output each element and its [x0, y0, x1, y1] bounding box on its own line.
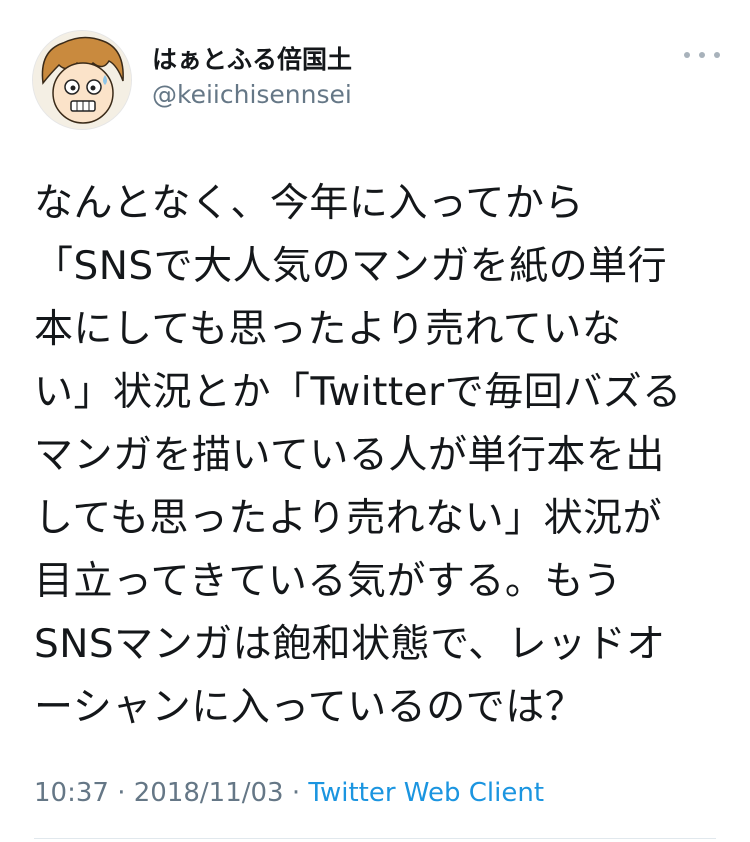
more-options-icon[interactable] — [684, 42, 720, 68]
dot — [699, 52, 705, 58]
tweet-time[interactable]: 10:37 — [34, 778, 109, 808]
tweet-line: い」状況とか「Twitterで毎回バズる — [34, 370, 682, 415]
tweet-line: SNSマンガは飽和状態で、レッドオ — [34, 622, 666, 667]
tweet-line: 目立ってきている気がする。もう — [34, 559, 623, 604]
tweet-meta: 10:37 · 2018/11/03 · Twitter Web Client — [34, 778, 544, 808]
avatar[interactable] — [32, 30, 132, 130]
separator: · — [108, 778, 134, 808]
tweet-line: しても思ったより売れない」状況が — [34, 496, 663, 541]
tweet-line: 「SNSで大人気のマンガを紙の単行 — [34, 244, 668, 289]
tweet-line: なんとなく、今年に入ってから — [34, 181, 584, 226]
tweet-line: マンガを描いている人が単行本を出 — [34, 433, 665, 478]
author-handle[interactable]: @keiichisennsei — [152, 80, 352, 109]
dot — [684, 52, 690, 58]
tweet-date[interactable]: 2018/11/03 — [134, 778, 284, 808]
tweet-text: なんとなく、今年に入ってから 「SNSで大人気のマンガを紙の単行 本にしても思っ… — [34, 172, 734, 739]
divider — [34, 838, 716, 839]
tweet-line: 本にしても思ったより売れていな — [34, 307, 622, 352]
tweet-card: はぁとふる倍国土 @keiichisennsei なんとなく、今年に入ってから … — [0, 0, 750, 842]
tweet-client-link[interactable]: Twitter Web Client — [308, 778, 544, 808]
separator: · — [283, 778, 309, 808]
cartoon-face-icon — [33, 31, 131, 129]
dot — [714, 52, 720, 58]
author-display-name[interactable]: はぁとふる倍国土 — [152, 40, 352, 76]
tweet-line: ーシャンに入っているのでは？ — [34, 685, 585, 730]
